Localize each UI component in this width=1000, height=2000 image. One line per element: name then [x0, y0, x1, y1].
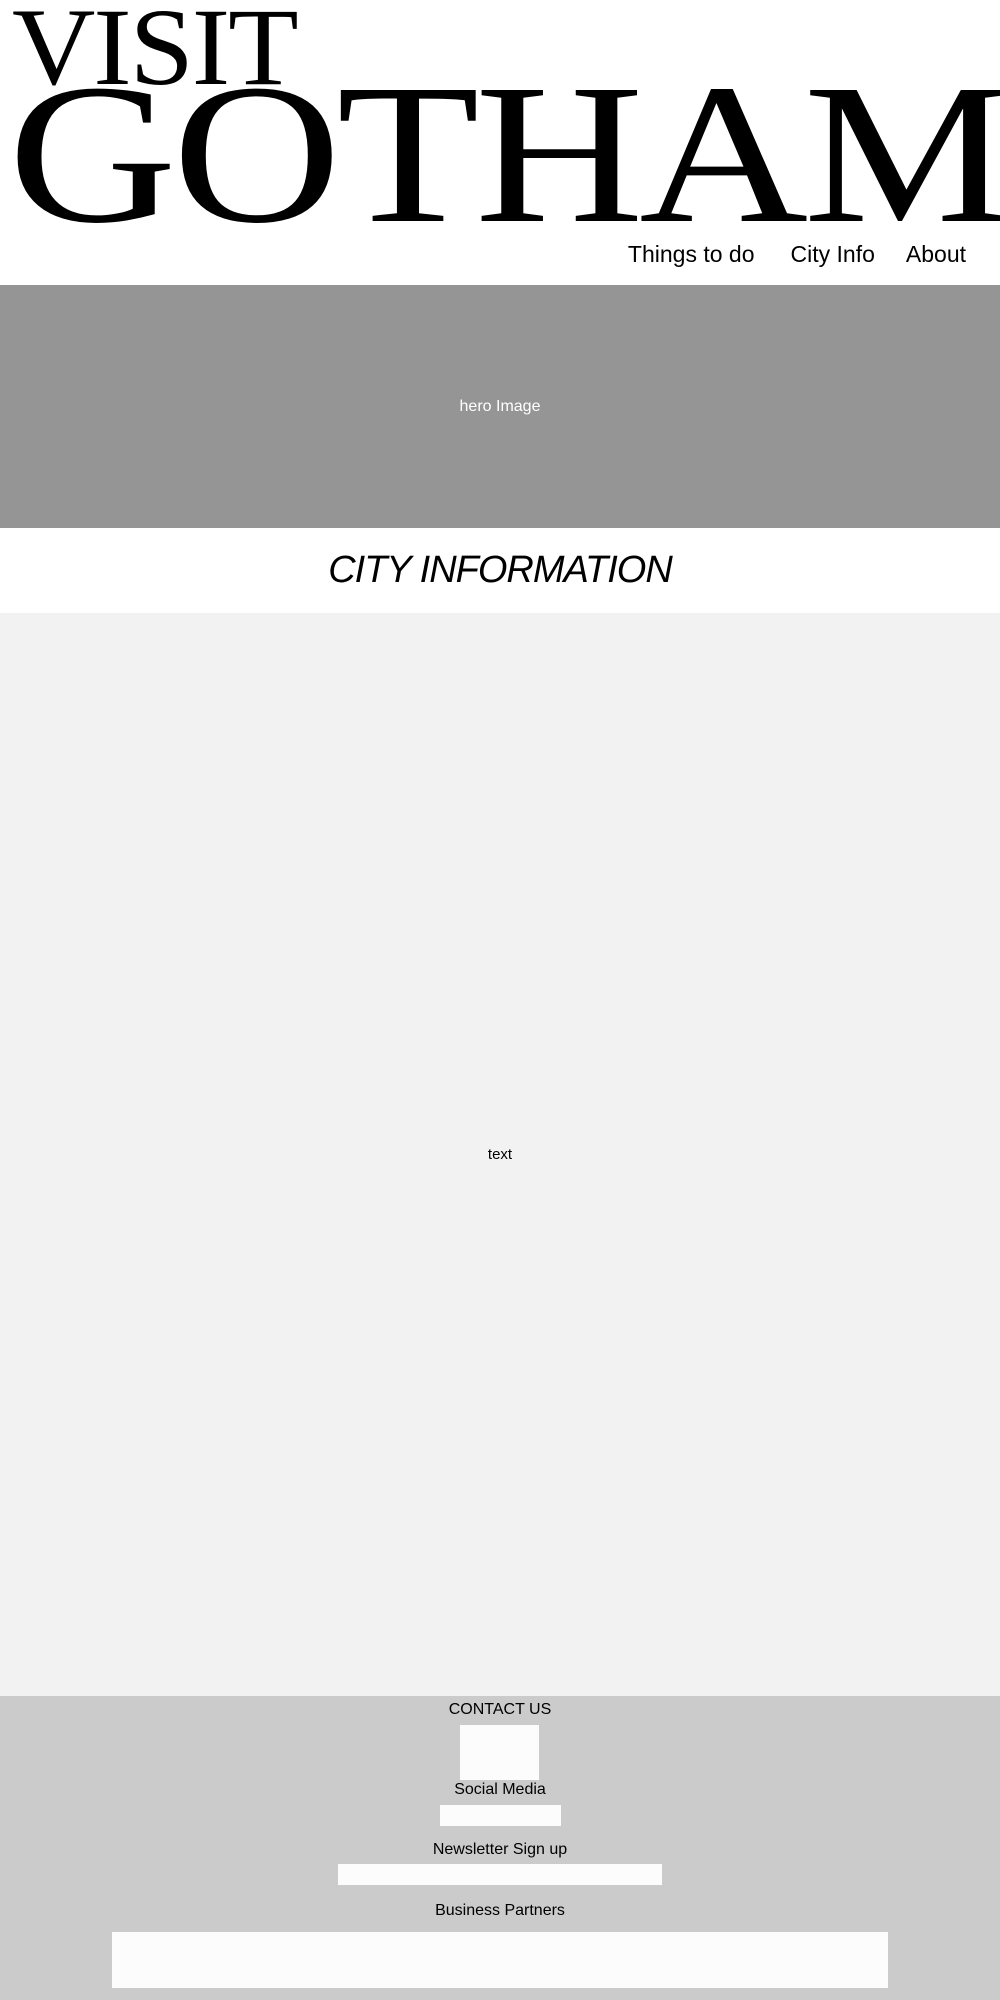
newsletter-label: Newsletter Sign up — [432, 1841, 568, 1858]
page-title: CITY INFORMATION — [328, 549, 673, 591]
contact-us-box[interactable] — [460, 1725, 539, 1780]
hero-label: hero Image — [459, 397, 541, 415]
nav-item-about[interactable]: About — [906, 240, 966, 268]
logo-gotham-text[interactable]: GOTHAM — [8, 55, 1000, 255]
business-partners-label: Business Partners — [435, 1902, 565, 1919]
newsletter-email-input[interactable] — [338, 1864, 662, 1885]
nav-item-things-to-do[interactable]: Things to do — [628, 240, 755, 268]
social-media-label: Social Media — [454, 1781, 546, 1798]
nav-item-city-info[interactable]: City Info — [791, 240, 875, 268]
social-media-links-box[interactable] — [440, 1805, 561, 1826]
business-partners-box — [112, 1932, 888, 1988]
hero-image-placeholder: hero Image — [0, 285, 1000, 528]
site-footer: CONTACT US Social Media Newsletter Sign … — [0, 1696, 1000, 2000]
section-title-container: CITY INFORMATION — [0, 528, 1000, 613]
main-nav: Things to do City Info About — [628, 240, 966, 268]
text-label: text — [487, 1146, 513, 1163]
contact-us-label: CONTACT US — [448, 1701, 552, 1718]
site-header: VISIT GOTHAM Things to do City Info Abou… — [0, 0, 1000, 285]
page: VISIT GOTHAM Things to do City Info Abou… — [0, 0, 1000, 2000]
text-content-placeholder: text — [0, 613, 1000, 1696]
